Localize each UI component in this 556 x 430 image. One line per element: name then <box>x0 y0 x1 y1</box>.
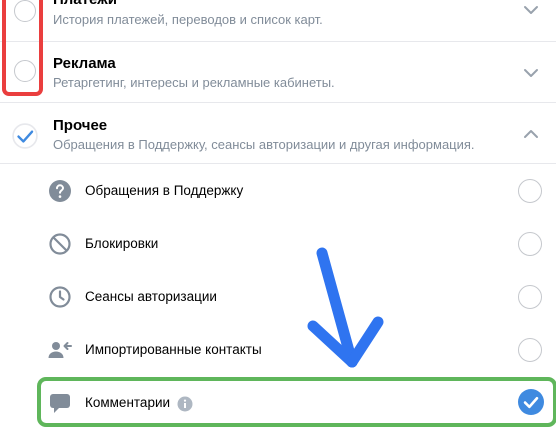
subitem-contacts-radio[interactable] <box>518 338 542 362</box>
red-highlight-frame <box>2 0 43 96</box>
subitem-blocks[interactable]: Блокировки <box>0 218 556 271</box>
subitem-support-label: Обращения в Поддержку <box>85 183 244 198</box>
subitem-contacts-label: Импортированные контакты <box>85 342 262 357</box>
category-other-subtitle: Обращения в Поддержку, сеансы авторизаци… <box>53 137 475 152</box>
user-import-icon <box>48 342 72 358</box>
green-highlight-frame <box>37 377 556 427</box>
block-icon <box>49 233 71 255</box>
divider <box>0 163 556 164</box>
category-payments[interactable]: Платежи История платежей, переводов и сп… <box>0 0 556 41</box>
subitem-blocks-radio[interactable] <box>518 232 542 256</box>
checkmark-icon[interactable] <box>12 123 38 149</box>
subitem-sessions-label: Сеансы авторизации <box>85 289 217 304</box>
subitem-sessions-radio[interactable] <box>518 285 542 309</box>
chevron-up-icon[interactable] <box>522 125 540 143</box>
subitem-support[interactable]: Обращения в Поддержку <box>0 165 556 218</box>
category-payments-title: Платежи <box>53 0 117 8</box>
category-ads-title: Реклама <box>53 55 116 72</box>
subitem-blocks-label: Блокировки <box>85 236 159 251</box>
chevron-down-icon[interactable] <box>522 64 540 82</box>
category-other-title: Прочее <box>53 117 108 134</box>
category-payments-subtitle: История платежей, переводов и список кар… <box>53 12 323 27</box>
subitem-contacts[interactable]: Импортированные контакты <box>0 324 556 377</box>
chevron-down-icon[interactable] <box>522 1 540 19</box>
question-circle-icon <box>49 180 71 202</box>
subitem-support-radio[interactable] <box>518 179 542 203</box>
subitem-sessions[interactable]: Сеансы авторизации <box>0 271 556 324</box>
clock-icon <box>49 286 71 308</box>
category-ads[interactable]: Реклама Ретаргетинг, интересы и рекламны… <box>0 42 556 102</box>
category-other[interactable]: Прочее Обращения в Поддержку, сеансы авт… <box>0 103 556 163</box>
category-ads-subtitle: Ретаргетинг, интересы и рекламные кабине… <box>53 75 335 90</box>
